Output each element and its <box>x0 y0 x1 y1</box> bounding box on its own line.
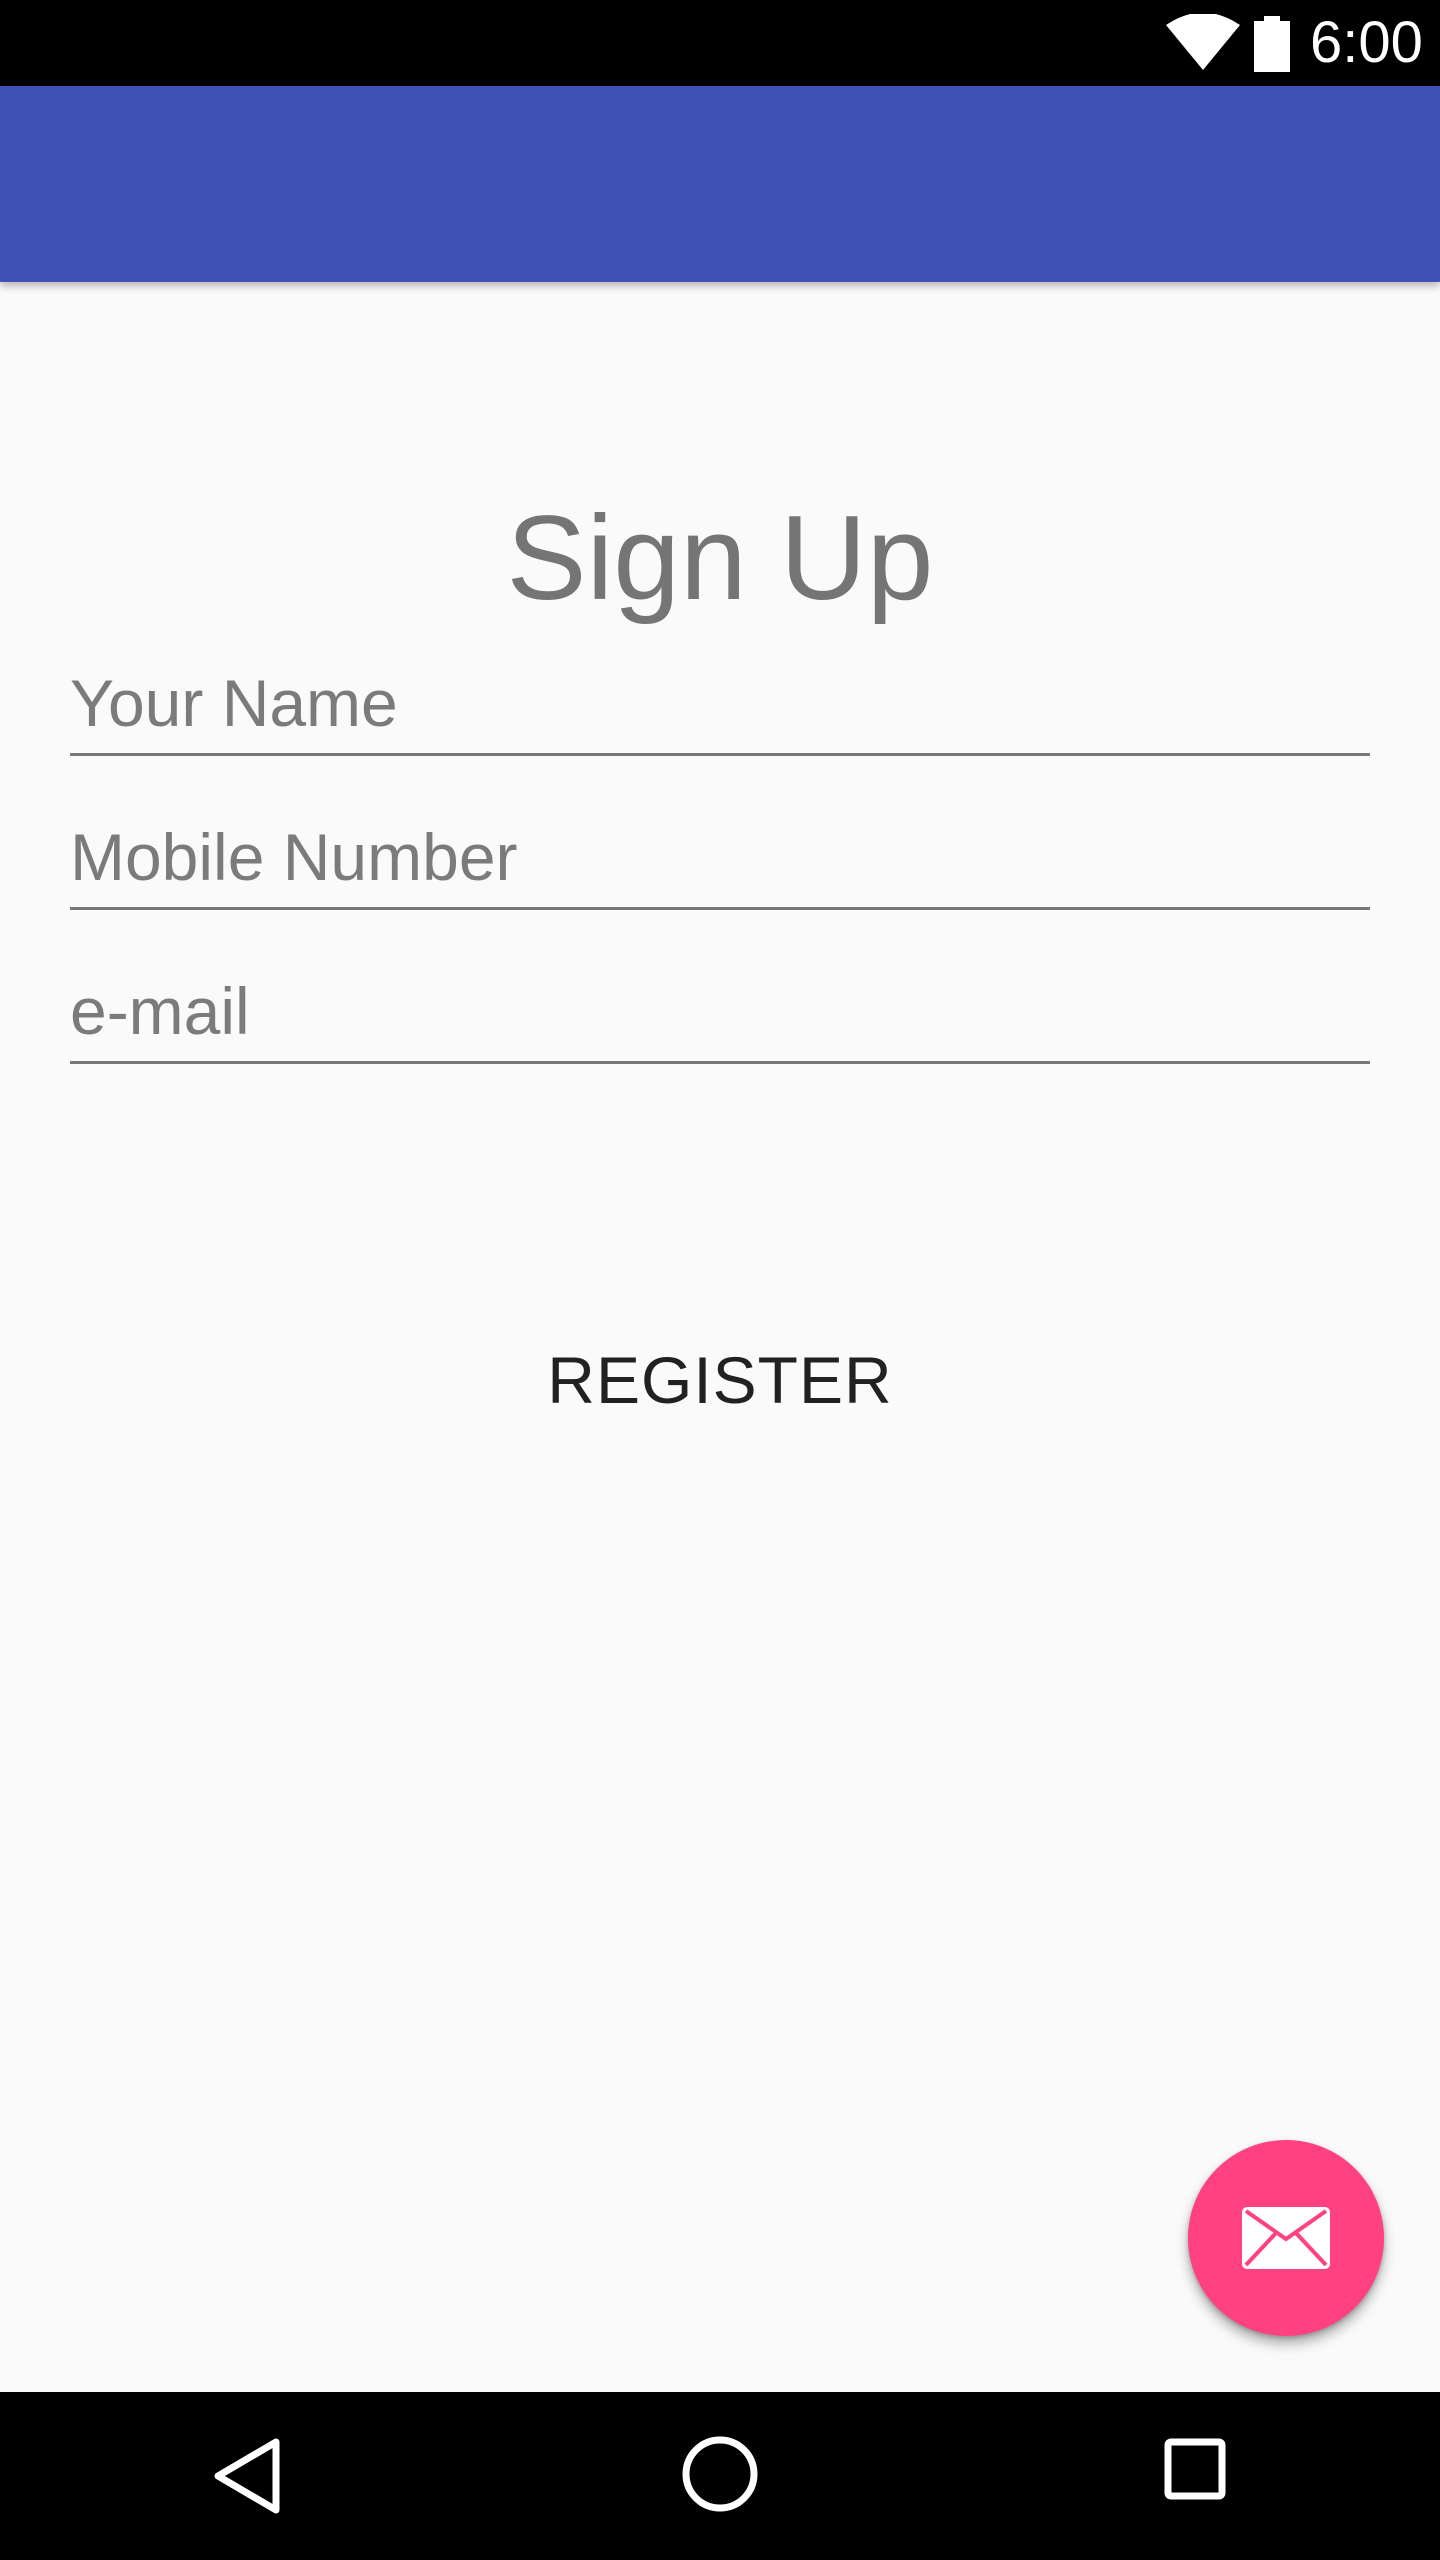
page-title: Sign Up <box>506 491 934 625</box>
app-bar <box>0 86 1440 282</box>
recents-icon[interactable] <box>1164 2438 1226 2500</box>
battery-icon <box>1254 16 1290 72</box>
name-field <box>70 656 1370 756</box>
back-icon[interactable] <box>210 2436 284 2516</box>
status-bar: 6:00 <box>0 0 1440 86</box>
navigation-bar <box>0 2392 1440 2560</box>
home-icon[interactable] <box>680 2434 760 2514</box>
register-button[interactable]: REGISTER <box>470 1320 970 1440</box>
mobile-input[interactable] <box>70 817 1370 897</box>
mail-icon <box>1242 2207 1330 2269</box>
mail-fab-button[interactable] <box>1188 2140 1384 2336</box>
wifi-icon <box>1166 14 1240 70</box>
status-clock: 6:00 <box>1310 10 1423 75</box>
name-input[interactable] <box>70 663 1370 743</box>
mobile-field <box>70 810 1370 910</box>
email-field <box>70 964 1370 1064</box>
email-input[interactable] <box>70 971 1370 1051</box>
sign-up-screen: 6:00 Sign Up REGISTER <box>0 0 1440 2560</box>
